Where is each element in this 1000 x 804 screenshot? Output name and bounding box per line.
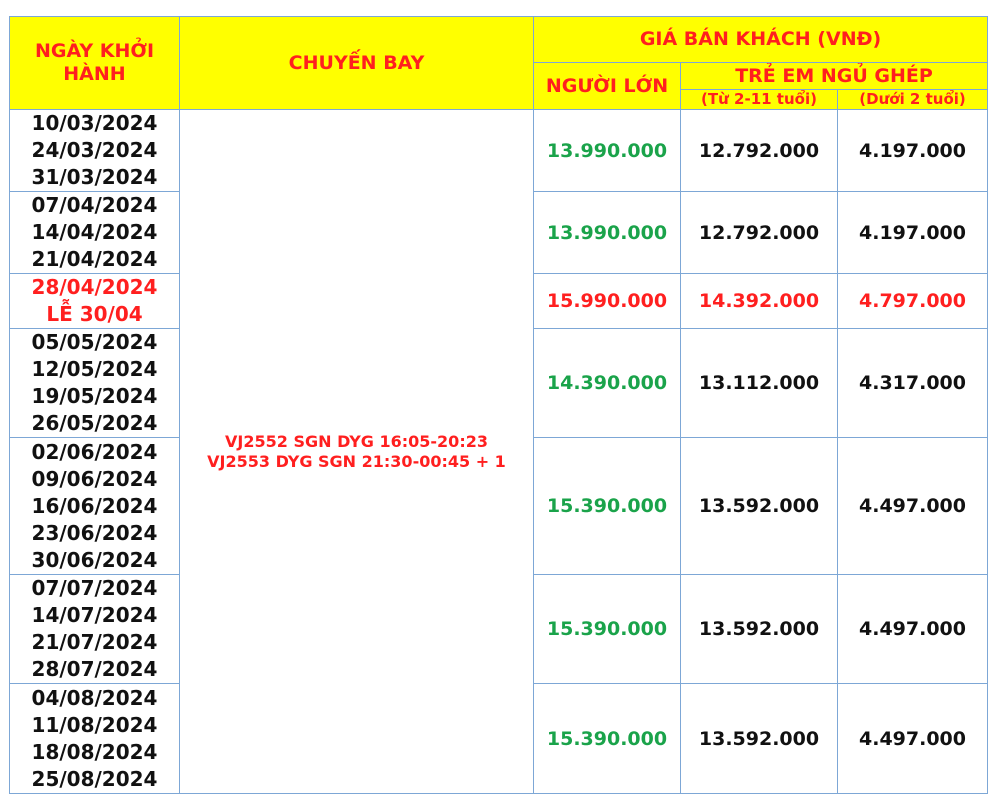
- departure-date: 21/04/2024: [31, 247, 158, 271]
- header-child-group: TRẺ EM NGỦ GHÉP: [679, 62, 989, 90]
- departure-date: 25/08/2024: [31, 766, 158, 791]
- header-price-group: GIÁ BÁN KHÁCH (VNĐ): [532, 16, 989, 63]
- adult-price: 15.990.000: [533, 273, 681, 329]
- adult-price: 13.990.000: [533, 191, 681, 274]
- adult-price: 15.390.000: [533, 574, 681, 684]
- child-price: 13.592.000: [680, 683, 838, 794]
- child-price: 12.792.000: [680, 191, 838, 274]
- price-table-body: 10/03/2024 24/03/2024 31/03/2024 VJ2552 …: [9, 109, 989, 794]
- header-adult: NGƯỜI LỚN: [533, 62, 681, 110]
- header-infant: (Dưới 2 tuổi): [836, 89, 989, 110]
- departure-date: 21/07/2024: [31, 630, 158, 654]
- departure-date: 26/05/2024: [31, 411, 158, 435]
- departure-date: 02/06/2024: [31, 439, 158, 464]
- adult-price: 15.390.000: [533, 437, 681, 575]
- infant-price: 4.497.000: [836, 683, 989, 794]
- flight-return: VJ2553 DYG SGN 21:30-00:45 + 1: [207, 451, 506, 471]
- departure-dates-cell: 05/05/2024 12/05/2024 19/05/2024 26/05/2…: [9, 328, 180, 438]
- departure-date: 07/07/2024: [31, 576, 158, 600]
- departure-dates-cell: 28/04/2024 LỄ 30/04: [9, 273, 180, 329]
- infant-price: 4.197.000: [836, 191, 989, 274]
- header-flight: CHUYẾN BAY: [179, 16, 534, 110]
- departure-dates-cell: 10/03/2024 24/03/2024 31/03/2024: [9, 109, 180, 192]
- holiday-label: LỄ 30/04: [46, 302, 143, 326]
- child-price: 14.392.000: [680, 273, 838, 329]
- price-table: NGÀY KHỞI HÀNH CHUYẾN BAY GIÁ BÁN KHÁCH …: [9, 16, 989, 794]
- departure-date: 23/06/2024: [31, 520, 158, 545]
- departure-date: 28/04/2024: [31, 275, 158, 299]
- infant-price: 4.797.000: [836, 273, 989, 329]
- table-row: 10/03/2024 24/03/2024 31/03/2024 VJ2552 …: [9, 109, 989, 794]
- infant-price: 4.317.000: [836, 328, 989, 438]
- departure-date: 24/03/2024: [31, 138, 158, 162]
- departure-date: 09/06/2024: [31, 466, 158, 491]
- adult-price: 13.990.000: [533, 109, 681, 192]
- adult-price: 14.390.000: [533, 328, 681, 438]
- departure-date: 14/04/2024: [31, 220, 158, 244]
- departure-date: 11/08/2024: [31, 712, 158, 737]
- departure-dates-cell: 02/06/2024 09/06/2024 16/06/2024 23/06/2…: [9, 437, 180, 575]
- departure-date: 30/06/2024: [31, 547, 158, 572]
- departure-dates-cell: 07/04/2024 14/04/2024 21/04/2024: [9, 191, 180, 274]
- child-price: 12.792.000: [680, 109, 838, 192]
- child-price: 13.592.000: [680, 437, 838, 575]
- departure-date: 12/05/2024: [31, 357, 158, 381]
- header-child-2-11: (Từ 2-11 tuổi): [680, 89, 838, 110]
- infant-price: 4.497.000: [836, 574, 989, 684]
- departure-date: 18/08/2024: [31, 739, 158, 764]
- header-departure-date: NGÀY KHỞI HÀNH: [9, 16, 180, 110]
- departure-dates-cell: 07/07/2024 14/07/2024 21/07/2024 28/07/2…: [9, 574, 180, 684]
- child-price: 13.112.000: [680, 328, 838, 438]
- departure-date: 04/08/2024: [31, 685, 158, 710]
- departure-date: 10/03/2024: [31, 111, 158, 135]
- departure-date: 07/04/2024: [31, 193, 158, 217]
- departure-date: 16/06/2024: [31, 493, 158, 518]
- departure-date: 14/07/2024: [31, 603, 158, 627]
- child-price: 13.592.000: [680, 574, 838, 684]
- infant-price: 4.497.000: [836, 437, 989, 575]
- infant-price: 4.197.000: [836, 109, 989, 192]
- flight-outbound: VJ2552 SGN DYG 16:05-20:23: [225, 431, 488, 451]
- departure-date: 28/07/2024: [31, 657, 158, 681]
- departure-date: 31/03/2024: [31, 165, 158, 189]
- departure-dates-cell: 04/08/2024 11/08/2024 18/08/2024 25/08/2…: [9, 683, 180, 794]
- departure-date: 19/05/2024: [31, 384, 158, 408]
- departure-date: 05/05/2024: [31, 330, 158, 354]
- adult-price: 15.390.000: [533, 683, 681, 794]
- flight-info-cell: VJ2552 SGN DYG 16:05-20:23 VJ2553 DYG SG…: [179, 109, 534, 794]
